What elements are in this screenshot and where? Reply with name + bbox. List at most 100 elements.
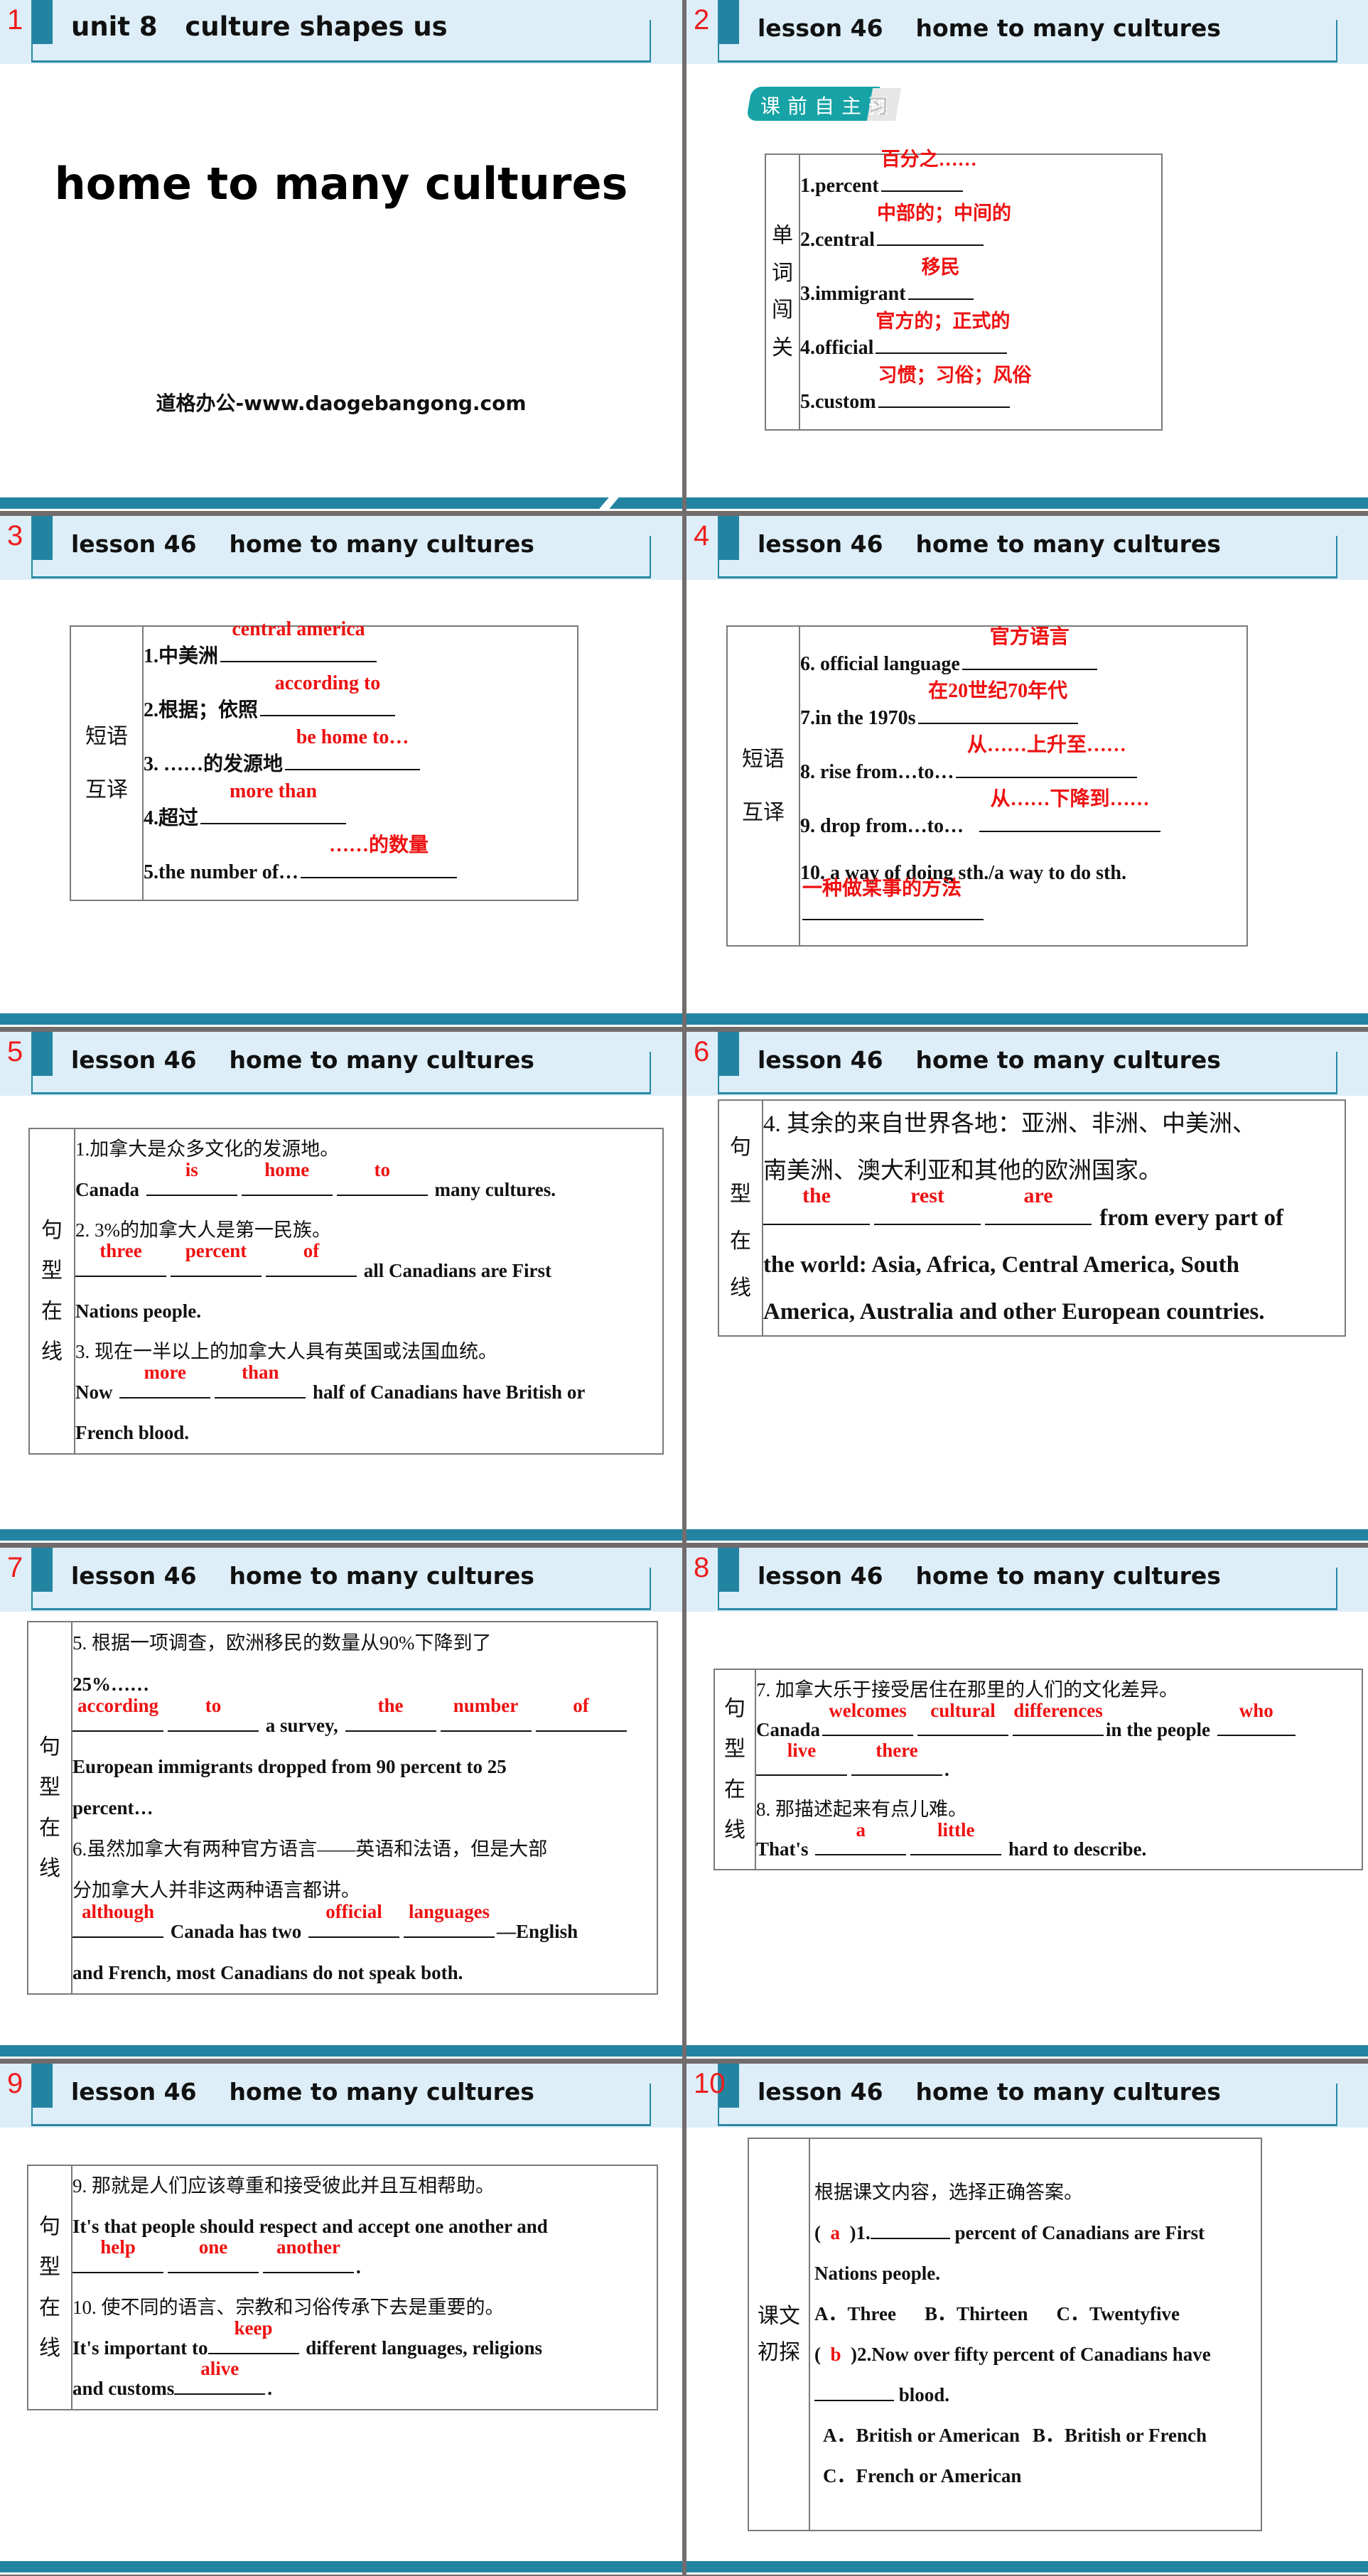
header-accent-block	[719, 1548, 739, 1592]
option-b[interactable]: B．British or French	[1033, 2425, 1207, 2446]
header-title: lesson 46 home to many cultures	[758, 14, 1221, 42]
sentence-en: Canada is home to many cultures.	[75, 1159, 556, 1200]
section-label: 句型在线	[28, 1128, 75, 1455]
sentence-en: help one another.	[72, 2236, 657, 2287]
option-b[interactable]: B．Thirteen	[925, 2303, 1028, 2324]
mc-question: ( b )2.Now over fifty percent of Canadia…	[814, 2344, 1211, 2365]
footer-band	[686, 497, 1368, 509]
slide-number: 2	[694, 4, 710, 36]
sentence-table: 句型在线 4. 其余的来自世界各地：亚洲、非洲、中美洲、 南美洲、澳大利亚和其他…	[718, 1099, 1346, 1337]
slide-2[interactable]: 2 lesson 46 home to many cultures 课前自主预 …	[686, 0, 1368, 511]
header-title: lesson 46 home to many cultures	[758, 2078, 1221, 2106]
header-title: lesson 46 home to many cultures	[758, 530, 1221, 558]
sentence-en: three percent of all Canadians are First	[75, 1240, 662, 1291]
slide-8[interactable]: 8 lesson 46 home to many cultures 句型在线 7…	[686, 1548, 1368, 2059]
question-list: 根据课文内容，选择正确答案。 ( a )1. percent of Canadi…	[809, 2138, 1262, 2531]
footer-band	[0, 1529, 682, 1541]
header-accent-block	[33, 2064, 53, 2108]
slide-number: 8	[694, 1552, 710, 1583]
vocab-list: 1.percent 百分之…… 2.central 中部的；中间的 3.immigr…	[799, 149, 1163, 431]
sentence-zh: 4. 其余的来自世界各地：亚洲、非洲、中美洲、	[763, 1111, 1256, 1137]
section-label: 句型在线	[27, 2165, 72, 2410]
footer-band	[0, 2561, 682, 2572]
section-label: 课文 初探	[748, 2138, 810, 2531]
slide-number: 6	[694, 1036, 710, 1067]
slide-grid: 1 unit 8 culture shapes us home to many …	[0, 0, 1368, 2576]
header-accent-block	[33, 0, 53, 44]
slide-4[interactable]: 4 lesson 46 home to many cultures 短语 互译 6…	[686, 516, 1368, 1027]
slide-1[interactable]: 1 unit 8 culture shapes us home to many …	[0, 0, 682, 511]
sentence-table: 句型在线 7. 加拿大乐于接受居住在那里的人们的文化差异。 Canada welc…	[713, 1669, 1363, 1870]
sentence-zh: 10. 使不同的语言、宗教和习俗传承下去是重要的。	[72, 2297, 505, 2318]
sentence-list: 4. 其余的来自世界各地：亚洲、非洲、中美洲、 南美洲、澳大利亚和其他的欧洲国家…	[762, 1099, 1346, 1337]
site-credit: 道格办公-www.daogebangong.com	[156, 392, 527, 415]
sentence-en: live there.	[756, 1740, 1362, 1789]
option-c[interactable]: C．French or American	[823, 2465, 1021, 2486]
slide-number: 4	[694, 520, 710, 551]
header-title: lesson 46 home to many cultures	[71, 2078, 534, 2106]
mc-question: blood.	[814, 2375, 1261, 2415]
section-label: 句型在线	[27, 1621, 72, 1995]
section-label: 句型在线	[713, 1669, 756, 1870]
sentence-en: European immigrants dropped from 90 perc…	[72, 1756, 507, 1777]
instruction: 根据课文内容，选择正确答案。	[814, 2182, 1083, 2203]
sentence-en: and French, most Canadians do not speak …	[72, 1962, 463, 1983]
footer-band	[0, 1013, 682, 1025]
slide-10[interactable]: 10 lesson 46 home to many cultures 课文 初探 …	[686, 2064, 1368, 2575]
header-accent-block	[33, 1032, 53, 1076]
option-c[interactable]: C．Twentyfive	[1057, 2303, 1180, 2324]
sentence-en: America, Australia and other European co…	[763, 1299, 1265, 1325]
sentence-zh: 9. 那就是人们应该尊重和接受彼此并且互相帮助。	[72, 2175, 495, 2197]
option-a[interactable]: A．Three	[814, 2303, 896, 2324]
footer-band	[686, 2045, 1368, 2057]
sentence-list: 5. 根据一项调查，欧洲移民的数量从90%下降到了 25%…… accordin…	[71, 1621, 658, 1995]
option-a[interactable]: A．British or American	[823, 2425, 1020, 2446]
phrase-item-answer: 一种做某事的方法	[800, 878, 1246, 936]
phrase-item: 9. drop from…to… 从……下降到……	[800, 788, 1246, 853]
section-label: 单词闯关	[765, 153, 800, 431]
header-accent-block	[33, 516, 53, 560]
sentence-en: It's important to keep different language…	[72, 2317, 543, 2359]
sentence-en: the world: Asia, Africa, Central America…	[763, 1252, 1240, 1278]
sentence-list: 9. 那就是人们应该尊重和接受彼此并且互相帮助。 It's that peopl…	[71, 2165, 658, 2410]
header-title: lesson 46 home to many cultures	[71, 530, 534, 558]
phrase-list: 6. official language 官方语言 7.in the 1970s 在…	[799, 625, 1248, 947]
slide-6[interactable]: 6 lesson 46 home to many cultures 句型在线 4…	[686, 1032, 1368, 1543]
sentence-en: That's a little hard to describe.	[756, 1819, 1147, 1860]
slide-3[interactable]: 3 lesson 46 home to many cultures 短语 互译 1…	[0, 516, 682, 1027]
header-title: lesson 46 home to many cultures	[71, 1046, 534, 1074]
slide-number: 10	[694, 2068, 726, 2099]
footer-band	[686, 2561, 1368, 2572]
slide-number: 9	[7, 2068, 23, 2099]
mc-question: ( a )1. percent of Canadians are First	[814, 2222, 1205, 2243]
slide-5[interactable]: 5 lesson 46 home to many cultures 句型在线 1…	[0, 1032, 682, 1543]
header-accent-block	[719, 516, 739, 560]
phrase-table: 短语 互译 6. official language 官方语言 7.in the 1…	[726, 625, 1248, 947]
lesson-title: home to many cultures	[54, 158, 628, 210]
mc-options: A．British or American B．British or French	[814, 2415, 1261, 2456]
header-accent-block	[719, 1032, 739, 1076]
footer-band	[686, 1529, 1368, 1541]
slide-number: 3	[7, 520, 23, 551]
reading-table: 课文 初探 根据课文内容，选择正确答案。 ( a )1. percent of C…	[748, 2138, 1262, 2531]
sentence-zh: 5. 根据一项调查，欧洲移民的数量从90%下降到了	[72, 1632, 492, 1654]
slide-number: 5	[7, 1036, 23, 1067]
sentence-table: 句型在线 5. 根据一项调查，欧洲移民的数量从90%下降到了 25%…… acc…	[27, 1621, 658, 1995]
sentence-table: 句型在线 9. 那就是人们应该尊重和接受彼此并且互相帮助。 It's that …	[27, 2165, 658, 2410]
sentence-en: although Canada has two official language…	[72, 1901, 657, 1952]
sentence-list: 1.加拿大是众多文化的发源地。 Canada is home to many cul…	[74, 1128, 664, 1455]
sentence-table: 句型在线 1.加拿大是众多文化的发源地。 Canada is home to man…	[28, 1128, 664, 1455]
sentence-en: French blood.	[75, 1422, 190, 1443]
mc-options: C．French or American	[814, 2456, 1261, 2496]
sentence-en: percent…	[72, 1797, 154, 1818]
header-title: lesson 46 home to many cultures	[71, 1562, 534, 1590]
header-accent-block	[33, 1548, 53, 1592]
preview-badge: 课前自主预 习	[745, 87, 902, 121]
footer-band	[686, 1013, 1368, 1025]
header-title: lesson 46 home to many cultures	[758, 1562, 1221, 1590]
slide-7[interactable]: 7 lesson 46 home to many cultures 句型在线 5…	[0, 1548, 682, 2059]
header-title: lesson 46 home to many cultures	[758, 1046, 1221, 1074]
sentence-zh: 6.虽然加拿大有两种官方语言——英语和法语，但是大部	[72, 1838, 548, 1860]
sentence-en: Now more than half of Canadians have Brit…	[75, 1362, 586, 1403]
slide-9[interactable]: 9 lesson 46 home to many cultures 句型在线 9…	[0, 2064, 682, 2575]
